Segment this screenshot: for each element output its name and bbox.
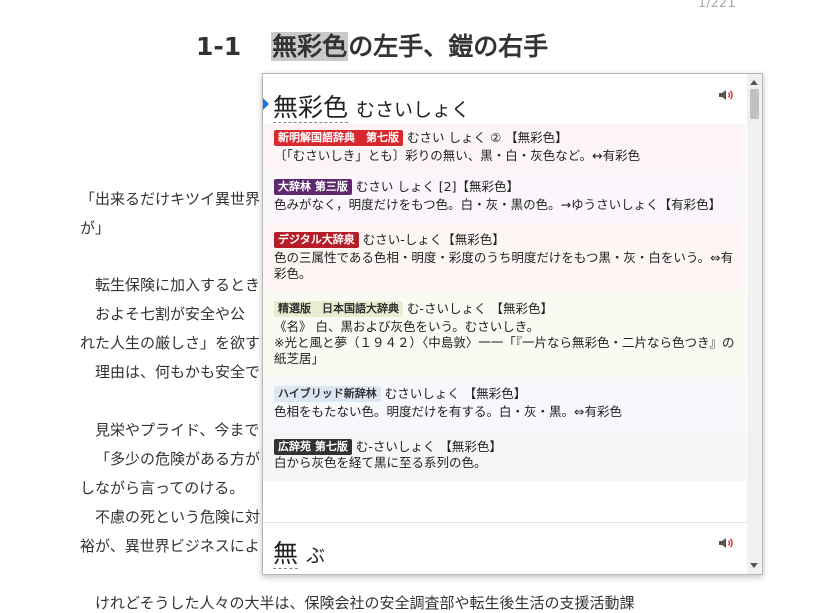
scroll-down-icon[interactable] (750, 563, 758, 568)
definition-head: む‐さいしょく 【無彩色】 (407, 301, 553, 316)
body-line: 見栄やプライド、今まで (95, 421, 260, 439)
dictionary-source-badge: 大辞林 第三版 (274, 179, 352, 195)
definition-item: 大辞林 第三版 むさい しょく [2]【無彩色】 色みがなく，明度だけをもつ色。白… (263, 170, 746, 223)
body-line: およそ七割が安全や公 (95, 305, 246, 323)
body-line: 転生保険に加入するとき (95, 276, 261, 294)
body-line: 「出来るだけキツイ異世界 (80, 190, 261, 208)
dictionary-popup[interactable]: 無彩色 むさいしょく 新明解国語辞典 第七版 むさい しょく ② 【無彩色】 〔「む… (262, 73, 763, 575)
body-line: 理由は、何もかも安全で (95, 363, 261, 381)
body-line: けれどそうした人々の大半は、保険会社の安全調査部や転生後生活の支援活動課 (95, 594, 635, 612)
entry-header: 無彩色 むさいしょく (273, 88, 470, 124)
body-line: 不慮の死という危険に対 (95, 508, 261, 526)
dictionary-source-badge: ハイブリッド新辞林 (274, 386, 381, 402)
body-line: が」 (80, 219, 111, 237)
speaker-icon[interactable] (718, 536, 736, 550)
definition-body: 色みがなく，明度だけをもつ色。白・灰・黒の色。→ゆうさいしょく【有彩色】 (274, 197, 722, 212)
speaker-icon[interactable] (718, 88, 736, 102)
definition-head: むさい しょく [2]【無彩色】 (355, 179, 519, 194)
definition-head: むさい‐しょく【無彩色】 (362, 232, 505, 247)
definition-head: むさいしょく 【無彩色】 (384, 386, 527, 401)
entry-divider (263, 522, 747, 523)
definition-head: む‐さいしょく 【無彩色】 (355, 439, 502, 454)
definition-body: 色の三属性である色相・明度・彩度のうち明度だけをもつ黒・灰・白をいう。⇔有彩色。 (274, 250, 734, 281)
scrollbar-thumb[interactable] (750, 89, 759, 119)
scroll-up-icon[interactable] (750, 80, 758, 85)
body-line: 裕が、異世界ビジネスによ (80, 537, 260, 555)
definition-body: 《名》 白、黒および灰色をいう。むさいしき。 ※光と風と夢（１９４２）〈中島敦〉… (274, 319, 735, 366)
definition-body: 白から灰色を経て黒に至る系列の色。 (274, 455, 487, 470)
definition-item: デジタル大辞泉 むさい‐しょく【無彩色】 色の三属性である色相・明度・彩度のうち明… (263, 223, 746, 292)
definition-list: 新明解国語辞典 第七版 むさい しょく ② 【無彩色】 〔「むさいしき」とも〕彩り… (263, 124, 746, 481)
definition-body: 色相をもたない色。明度だけを有する。白・灰・黒。⇔有彩色 (274, 404, 622, 419)
reading: むさいしょく (356, 99, 471, 121)
headword: 無彩色 (273, 93, 349, 123)
body-line: しながら言ってのける。 (80, 479, 245, 497)
headword: 無 (273, 539, 299, 569)
dictionary-source-badge: デジタル大辞泉 (274, 232, 359, 248)
popup-scrollbar[interactable] (747, 74, 762, 574)
definition-item: 新明解国語辞典 第七版 むさい しょく ② 【無彩色】 〔「むさいしき」とも〕彩り… (263, 124, 746, 170)
reading: ぶ (306, 545, 326, 567)
definition-item: 精選版 日本国語大辞典 む‐さいしょく 【無彩色】 《名》 白、黒および灰色をいう… (263, 292, 746, 377)
definition-item: 広辞苑 第七版 む‐さいしょく 【無彩色】 白から灰色を経て黒に至る系列の色。 (263, 430, 746, 481)
dictionary-source-badge: 広辞苑 第七版 (274, 439, 352, 455)
dictionary-source-badge: 新明解国語辞典 第七版 (274, 130, 403, 146)
definition-body: 〔「むさいしき」とも〕彩りの無い、黒・白・灰色など。↔有彩色 (274, 148, 641, 163)
definition-head: むさい しょく ② 【無彩色】 (407, 130, 568, 145)
body-line: 「多少の危険がある方が (95, 450, 261, 468)
dictionary-source-badge: 精選版 日本国語大辞典 (274, 301, 403, 317)
entry-marker-icon (263, 98, 269, 110)
body-line: れた人生の厳しさ」を欲す (80, 334, 261, 352)
definition-item: ハイブリッド新辞林 むさいしょく 【無彩色】 色相をもたない色。明度だけを有する。… (263, 377, 746, 430)
entry-header: 無ぶ (273, 534, 325, 570)
